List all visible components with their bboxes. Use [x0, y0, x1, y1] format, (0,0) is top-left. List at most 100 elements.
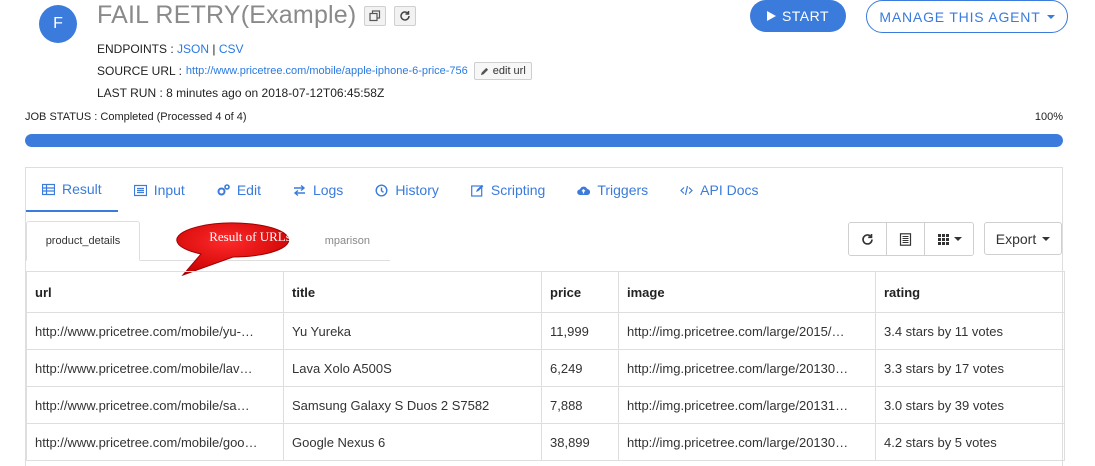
copy-button[interactable] — [364, 5, 387, 26]
play-icon — [766, 11, 776, 21]
grid-icon — [937, 233, 949, 245]
table-row: http://www.pricetree.com/mobile/sa… Sams… — [26, 386, 1065, 424]
job-percent: 100% — [1034, 111, 1063, 123]
csv-endpoint-link[interactable]: CSV — [219, 42, 244, 56]
callout-text: Result of URLs — [209, 229, 291, 244]
tab-label: Result — [62, 181, 102, 197]
source-url-row: SOURCE URL : http://www.pricetree.com/mo… — [97, 62, 532, 80]
tab-label: Input — [153, 182, 185, 198]
copy-icon — [369, 9, 381, 21]
subtab-product-details[interactable]: product_details — [26, 221, 140, 261]
cell-url: http://www.pricetree.com/mobile/goo… — [26, 423, 284, 461]
tab-label: API Docs — [700, 182, 759, 198]
avatar-letter: F — [53, 15, 63, 32]
agent-panel: Result Input Edit Logs History Scripting… — [25, 167, 1065, 466]
result-toolbar: Export — [848, 222, 1062, 256]
tab-history[interactable]: History — [359, 168, 455, 212]
endpoints-row: ENDPOINTS : JSON | CSV — [97, 42, 244, 56]
refresh-icon — [862, 233, 873, 245]
table-header-row: url title price image rating — [26, 271, 1065, 313]
pencil-icon — [480, 67, 488, 75]
agent-title-row: FAIL RETRY(Example) — [97, 1, 417, 30]
list-icon — [133, 184, 147, 196]
tab-label: Triggers — [597, 182, 649, 198]
start-button[interactable]: START — [750, 0, 846, 32]
caret-down-icon — [953, 237, 962, 241]
start-label: START — [781, 8, 830, 24]
edit-url-button[interactable]: edit url — [473, 62, 532, 80]
view-controls — [848, 222, 974, 256]
main-tabs: Result Input Edit Logs History Scripting… — [26, 168, 775, 212]
column-header-rating[interactable]: rating — [875, 271, 1065, 313]
pencil-square-icon — [470, 184, 484, 197]
tab-api-docs[interactable]: API Docs — [664, 168, 774, 212]
tab-scripting[interactable]: Scripting — [455, 168, 561, 212]
page-title: FAIL RETRY(Example) — [97, 1, 357, 29]
manage-agent-button[interactable]: MANAGE THIS AGENT — [866, 0, 1068, 33]
tab-label: Edit — [236, 182, 261, 198]
columns-button[interactable] — [925, 223, 973, 255]
list-view-icon — [899, 232, 912, 246]
export-label: Export — [995, 230, 1037, 247]
json-endpoint-link[interactable]: JSON — [177, 42, 209, 56]
cloud-upload-icon — [577, 186, 591, 195]
cell-rating: 3.4 stars by 11 votes — [875, 312, 1065, 350]
cell-title: Lava Xolo A500S — [283, 349, 542, 387]
cell-title: Yu Yureka — [283, 312, 542, 350]
tab-label: Logs — [312, 182, 344, 198]
cell-rating: 3.3 stars by 17 votes — [875, 349, 1065, 387]
results-table: url title price image rating http://www.… — [26, 271, 1065, 461]
caret-down-icon — [1046, 14, 1055, 19]
tab-input[interactable]: Input — [118, 168, 201, 212]
job-progress-fill — [25, 134, 1063, 147]
cell-url: http://www.pricetree.com/mobile/yu-… — [26, 312, 284, 350]
tab-triggers[interactable]: Triggers — [561, 168, 664, 212]
job-status: JOB STATUS : Completed (Processed 4 of 4… — [25, 111, 247, 123]
cell-url: http://www.pricetree.com/mobile/lav… — [26, 349, 284, 387]
list-view-button[interactable] — [887, 223, 925, 255]
manage-agent-label: MANAGE THIS AGENT — [879, 8, 1041, 25]
refresh-icon — [400, 10, 411, 21]
table-row: http://www.pricetree.com/mobile/goo… Goo… — [26, 423, 1065, 461]
clock-icon — [375, 183, 388, 197]
code-icon — [680, 185, 694, 195]
column-header-title[interactable]: title — [283, 271, 542, 313]
refresh-button[interactable] — [394, 5, 417, 26]
cell-url: http://www.pricetree.com/mobile/sa… — [26, 386, 284, 424]
caret-down-icon — [1042, 236, 1051, 241]
export-button[interactable]: Export — [984, 222, 1062, 255]
tab-result[interactable]: Result — [26, 168, 118, 212]
cell-image: http://img.pricetree.com/large/20130… — [618, 349, 876, 387]
endpoints-label: ENDPOINTS : — [97, 42, 178, 56]
tab-label: History — [395, 182, 439, 198]
table-row: http://www.pricetree.com/mobile/lav… Lav… — [26, 349, 1065, 387]
cell-price: 11,999 — [541, 312, 619, 350]
cell-image: http://img.pricetree.com/large/2015/… — [618, 312, 876, 350]
cell-title: Google Nexus 6 — [283, 423, 542, 461]
tab-logs[interactable]: Logs — [277, 168, 359, 212]
source-url-label: SOURCE URL : — [97, 64, 182, 78]
gears-icon — [217, 183, 230, 195]
source-url-link[interactable]: http://www.pricetree.com/mobile/apple-ip… — [186, 65, 468, 77]
cell-image: http://img.pricetree.com/large/20130… — [618, 423, 876, 461]
last-run: LAST RUN : 8 minutes ago on 2018-07-12T0… — [97, 86, 385, 100]
cell-rating: 3.0 stars by 39 votes — [875, 386, 1065, 424]
exchange-icon — [293, 184, 306, 196]
column-header-price[interactable]: price — [541, 271, 619, 313]
job-progress-bar — [25, 134, 1063, 147]
reload-button[interactable] — [849, 223, 887, 255]
tab-label: Scripting — [490, 182, 546, 198]
column-header-url[interactable]: url — [26, 271, 284, 313]
cell-price: 38,899 — [541, 423, 619, 461]
column-header-image[interactable]: image — [618, 271, 876, 313]
cell-title: Samsung Galaxy S Duos 2 S7582 — [283, 386, 542, 424]
tab-edit[interactable]: Edit — [201, 168, 277, 212]
cell-price: 7,888 — [541, 386, 619, 424]
table-icon — [42, 183, 55, 195]
cell-price: 6,249 — [541, 349, 619, 387]
table-row: http://www.pricetree.com/mobile/yu-… Yu … — [26, 312, 1065, 350]
cell-rating: 4.2 stars by 5 votes — [875, 423, 1065, 461]
avatar: F — [39, 5, 77, 43]
cell-image: http://img.pricetree.com/large/20131… — [618, 386, 876, 424]
endpoints-separator: | — [209, 42, 219, 56]
